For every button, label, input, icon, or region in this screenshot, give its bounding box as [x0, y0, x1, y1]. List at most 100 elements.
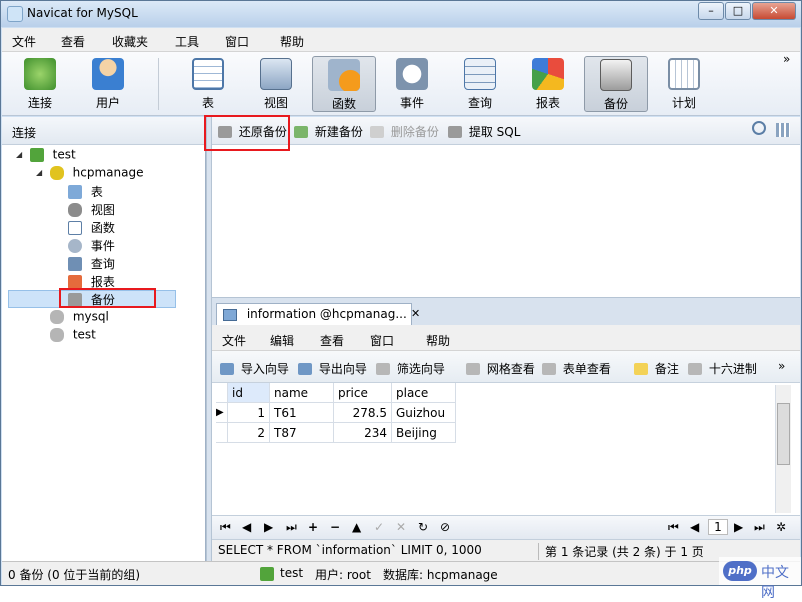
page-prev-icon[interactable]: ◀ [690, 520, 699, 534]
table-window-tab[interactable]: information @hcpmanag... [216, 303, 412, 325]
hex-button[interactable]: 十六进制 [688, 360, 757, 377]
maximize-button[interactable]: □ [725, 2, 751, 20]
tree-item-queries[interactable]: 查询 [68, 255, 115, 273]
table-menu-view[interactable]: 查看 [320, 332, 344, 349]
watermark: php 中文网 [719, 557, 801, 601]
stop-icon[interactable]: ⊘ [440, 520, 450, 534]
toolbar-view-button[interactable]: 视图 [244, 56, 308, 112]
table-menu-file[interactable]: 文件 [222, 332, 246, 349]
import-wizard-button[interactable]: 导入向导 [220, 360, 289, 377]
form-view-button[interactable]: 表单查看 [542, 360, 611, 377]
next-record-icon[interactable]: ▶ [264, 520, 273, 534]
expand-arrow-icon[interactable]: ◢ [36, 168, 46, 177]
tree-item-events[interactable]: 事件 [68, 237, 115, 255]
menu-help[interactable]: 帮助 [280, 33, 304, 50]
scrollbar-thumb[interactable] [777, 403, 790, 465]
toolbar-user-button[interactable]: 用户 [76, 56, 140, 112]
function-icon [68, 220, 82, 235]
cell-id[interactable]: 2 [228, 423, 270, 443]
last-record-icon[interactable]: ⏭ [286, 520, 297, 535]
tab-title: information @hcpmanag... [246, 307, 407, 321]
record-info: 第 1 条记录 (共 2 条) 于 1 页 [538, 543, 704, 560]
cell-place[interactable]: Guizhou [392, 403, 456, 423]
cell-id[interactable]: 1 [228, 403, 270, 423]
close-button[interactable]: ✕ [752, 2, 796, 20]
toolbar-connection-button[interactable]: 连接 [8, 56, 72, 112]
move-up-icon[interactable]: ▲ [352, 520, 361, 534]
table-row[interactable]: 2 T87 234 Beijing [212, 423, 772, 443]
grid-vertical-scrollbar[interactable] [775, 385, 791, 513]
page-last-icon[interactable]: ⏭ [754, 520, 765, 535]
cell-name[interactable]: T61 [270, 403, 334, 423]
page-first-icon[interactable]: ⏮ [668, 520, 679, 535]
tab-close-icon[interactable]: ✕ [411, 307, 420, 320]
export-wizard-button[interactable]: 导出向导 [298, 360, 367, 377]
delete-backup-button[interactable]: 删除备份 [370, 123, 439, 140]
tree-item-functions[interactable]: 函数 [68, 219, 115, 237]
extract-sql-button[interactable]: 提取 SQL [448, 123, 520, 140]
sql-status-bar: SELECT * FROM `information` LIMIT 0, 100… [212, 539, 800, 561]
tree-item-hcpmanage[interactable]: ◢ hcpmanage [36, 165, 143, 183]
backup-object-pane: 还原备份 新建备份 删除备份 提取 SQL [212, 117, 800, 297]
new-backup-icon [294, 125, 308, 138]
toolbar-report-button[interactable]: 报表 [516, 56, 580, 112]
menu-favorites[interactable]: 收藏夹 [112, 33, 148, 50]
table-toolbar-overflow-icon[interactable]: » [778, 359, 785, 373]
toolbar-event-button[interactable]: 事件 [380, 56, 444, 112]
new-backup-button[interactable]: 新建备份 [294, 123, 363, 140]
refresh-icon[interactable]: ↻ [418, 520, 428, 534]
tree-item-test-connection[interactable]: ◢ test [16, 147, 76, 165]
table-menu-edit[interactable]: 编辑 [270, 332, 294, 349]
first-record-icon[interactable]: ⏮ [220, 520, 231, 535]
column-header-price[interactable]: price [334, 383, 392, 403]
toolbar-function-button[interactable]: 函数 [312, 56, 376, 112]
page-number-field[interactable]: 1 [708, 519, 728, 535]
column-header-id[interactable]: id [228, 383, 270, 403]
toolbar-schedule-button[interactable]: 计划 [652, 56, 716, 112]
menu-tools[interactable]: 工具 [175, 33, 199, 50]
import-icon [220, 362, 234, 375]
filter-wizard-button[interactable]: 筛选向导 [376, 360, 445, 377]
connection-icon [24, 58, 56, 90]
cell-price[interactable]: 234 [334, 423, 392, 443]
menu-view[interactable]: 查看 [61, 33, 85, 50]
grid-view-button[interactable]: 网格查看 [466, 360, 535, 377]
column-header-place[interactable]: place [392, 383, 456, 403]
menu-window[interactable]: 窗口 [225, 33, 249, 50]
add-record-icon[interactable]: + [308, 520, 318, 534]
status-backup-count: 0 备份 (0 位于当前的组) [8, 568, 141, 582]
minimize-button[interactable]: – [698, 2, 724, 20]
data-grid: id name price place ▶ 1 T61 278.5 Guizho… [212, 383, 800, 515]
backup-icon [600, 59, 632, 91]
note-button[interactable]: 备注 [634, 360, 679, 377]
status-bar: 0 备份 (0 位于当前的组) test 用户: root 数据库: hcpma… [2, 561, 800, 585]
grid-view-icon[interactable] [776, 123, 790, 137]
toolbar-query-button[interactable]: 查询 [448, 56, 512, 112]
tree-item-mysql[interactable]: mysql [50, 309, 109, 327]
current-row-indicator-icon: ▶ [216, 403, 228, 423]
prev-record-icon[interactable]: ◀ [242, 520, 251, 534]
page-next-icon[interactable]: ▶ [734, 520, 743, 534]
delete-record-icon[interactable]: − [330, 520, 340, 534]
expand-arrow-icon[interactable]: ◢ [16, 150, 26, 159]
settings-icon[interactable]: ✲ [776, 520, 786, 534]
cell-price[interactable]: 278.5 [334, 403, 392, 423]
cell-name[interactable]: T87 [270, 423, 334, 443]
tree-item-tables[interactable]: 表 [68, 183, 103, 201]
table-menu-help[interactable]: 帮助 [426, 332, 450, 349]
status-database: 数据库: hcpmanage [383, 568, 498, 582]
search-icon[interactable] [752, 121, 766, 135]
toolbar-backup-button[interactable]: 备份 [584, 56, 648, 112]
discard-icon[interactable]: ✕ [396, 520, 406, 534]
menu-file[interactable]: 文件 [12, 33, 36, 50]
tree-item-test-database[interactable]: test [50, 327, 96, 345]
toolbar-table-button[interactable]: 表 [176, 56, 240, 112]
main-menubar: 文件 查看 收藏夹 工具 窗口 帮助 [2, 28, 800, 52]
table-row[interactable]: ▶ 1 T61 278.5 Guizhou [212, 403, 772, 423]
tree-item-views[interactable]: 视图 [68, 201, 115, 219]
cell-place[interactable]: Beijing [392, 423, 456, 443]
table-menu-window[interactable]: 窗口 [370, 332, 394, 349]
apply-icon[interactable]: ✓ [374, 520, 384, 534]
column-header-name[interactable]: name [270, 383, 334, 403]
toolbar-overflow-icon[interactable]: » [783, 52, 790, 66]
